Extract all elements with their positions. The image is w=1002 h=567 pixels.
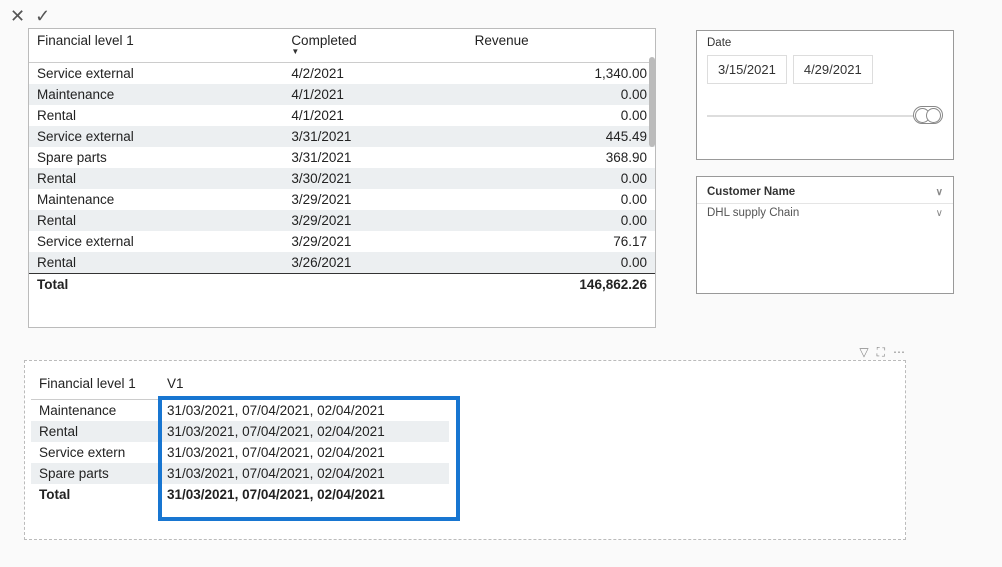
table-row[interactable]: Service external3/29/202176.17: [29, 231, 655, 252]
table-row[interactable]: Maintenance31/03/2021, 07/04/2021, 02/04…: [31, 400, 449, 422]
customer-slicer[interactable]: Customer Name ∨ DHL supply Chain ∨: [696, 176, 954, 294]
date-slicer-label: Date: [707, 37, 943, 49]
table-row[interactable]: Maintenance3/29/20210.00: [29, 189, 655, 210]
table-row[interactable]: Service external4/2/20211,340.00: [29, 63, 655, 85]
date-slicer[interactable]: Date 3/15/2021 4/29/2021: [696, 30, 954, 160]
filter-icon[interactable]: ▽: [859, 345, 868, 360]
col-revenue[interactable]: Revenue: [467, 29, 655, 63]
table-row[interactable]: Rental3/29/20210.00: [29, 210, 655, 231]
table-total-row: Total 146,862.26: [29, 274, 655, 296]
table-row[interactable]: Rental4/1/20210.00: [29, 105, 655, 126]
v1-table: Financial level 1 V1 Maintenance31/03/20…: [31, 373, 449, 505]
v1-table-visual[interactable]: ▽ ⛶ ⋯ Financial level 1 V1 Maintenance31…: [24, 360, 906, 540]
close-icon[interactable]: ✕: [10, 6, 25, 27]
table-row[interactable]: Service extern31/03/2021, 07/04/2021, 02…: [31, 442, 449, 463]
table-row[interactable]: Rental3/26/20210.00: [29, 252, 655, 274]
table-row[interactable]: Maintenance4/1/20210.00: [29, 84, 655, 105]
customer-selected-item[interactable]: DHL supply Chain ∨: [697, 204, 953, 222]
slider-handle-icon[interactable]: [913, 106, 943, 124]
revenue-table-visual[interactable]: Financial level 1 Completed Revenue Serv…: [28, 28, 656, 328]
check-icon[interactable]: ✓: [35, 6, 50, 27]
date-to-input[interactable]: 4/29/2021: [793, 55, 873, 84]
revenue-table: Financial level 1 Completed Revenue Serv…: [29, 29, 655, 295]
customer-slicer-header[interactable]: Customer Name ∨: [697, 183, 953, 204]
col-completed[interactable]: Completed: [283, 29, 466, 63]
table-row[interactable]: Rental31/03/2021, 07/04/2021, 02/04/2021: [31, 421, 449, 442]
chevron-down-icon: ∨: [936, 208, 943, 219]
col-financial-level[interactable]: Financial level 1: [29, 29, 283, 63]
date-range-slider[interactable]: [707, 106, 943, 126]
focus-mode-icon[interactable]: ⛶: [877, 345, 885, 360]
table-row[interactable]: Spare parts31/03/2021, 07/04/2021, 02/04…: [31, 463, 449, 484]
table-total-row: Total 31/03/2021, 07/04/2021, 02/04/2021: [31, 484, 449, 505]
col-financial-level[interactable]: Financial level 1: [31, 373, 159, 400]
col-v1[interactable]: V1: [159, 373, 449, 400]
table-row[interactable]: Spare parts3/31/2021368.90: [29, 147, 655, 168]
date-from-input[interactable]: 3/15/2021: [707, 55, 787, 84]
table-row[interactable]: Service external3/31/2021445.49: [29, 126, 655, 147]
more-options-icon[interactable]: ⋯: [893, 345, 905, 360]
chevron-down-icon: ∨: [936, 187, 943, 198]
visual-header-icons: ▽ ⛶ ⋯: [859, 345, 905, 360]
table-row[interactable]: Rental3/30/20210.00: [29, 168, 655, 189]
formula-bar-controls: ✕ ✓: [10, 6, 50, 27]
